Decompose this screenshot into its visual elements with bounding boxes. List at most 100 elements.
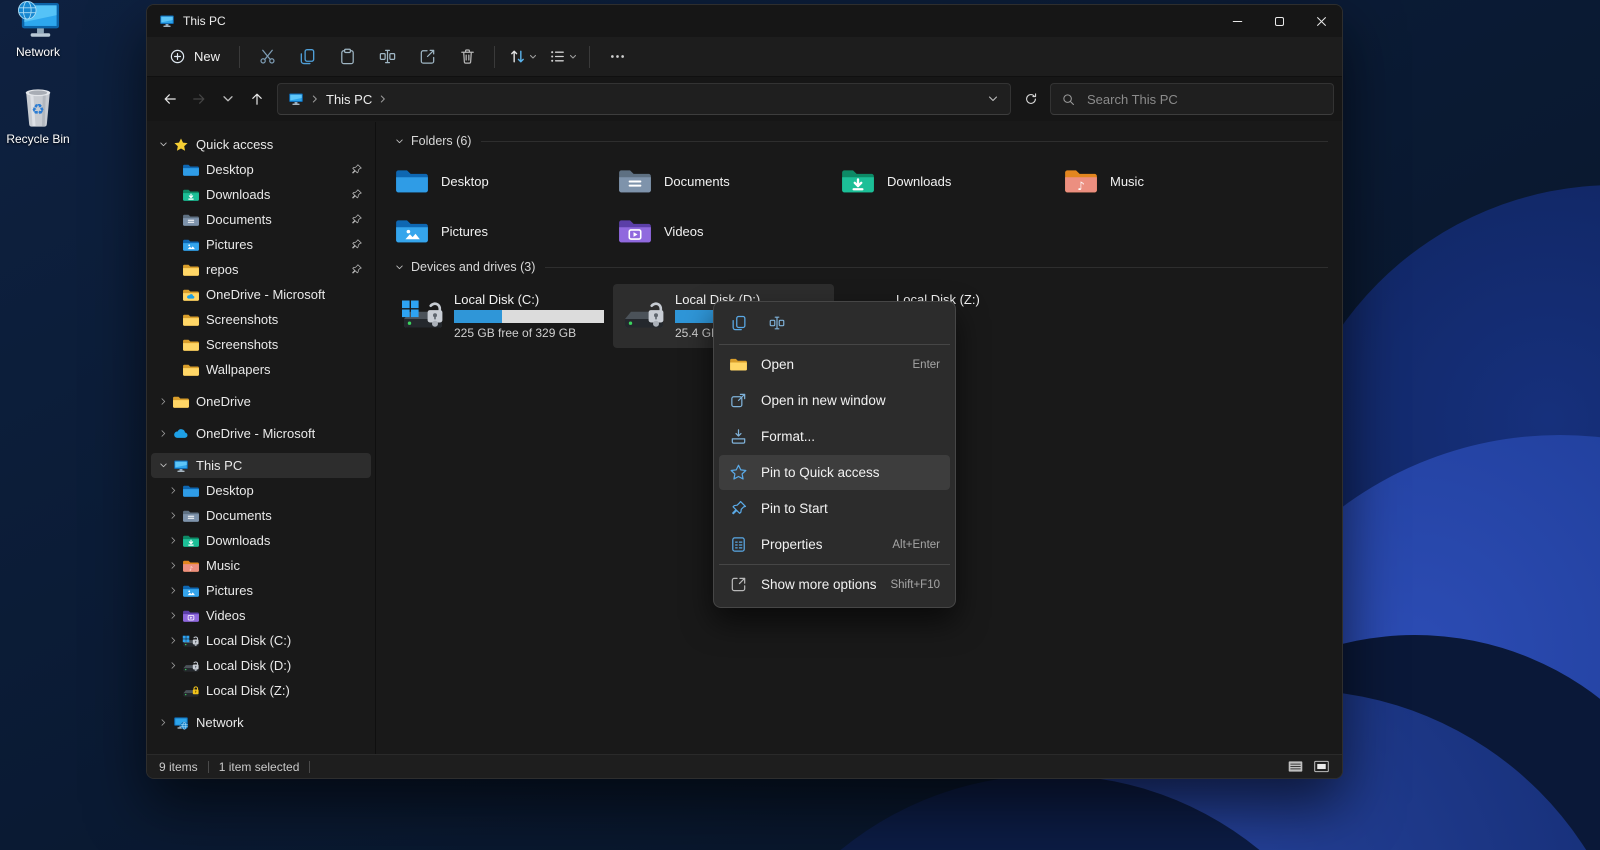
desktop-icon-recycle-bin[interactable]: ♻ Recycle Bin xyxy=(2,84,74,146)
details-view-button[interactable] xyxy=(1287,758,1304,775)
folder-documents-icon xyxy=(182,212,200,228)
collapse-section-icon[interactable] xyxy=(392,134,406,148)
chevron-down-icon[interactable] xyxy=(155,460,171,471)
recent-locations-button[interactable] xyxy=(213,84,242,114)
sidebar-item-music[interactable]: ♪ Music xyxy=(151,553,371,578)
status-bar: 9 items 1 item selected xyxy=(147,754,1342,778)
folder-tile-documents[interactable]: Documents xyxy=(615,156,838,206)
sidebar-item-pictures[interactable]: Pictures xyxy=(151,578,371,603)
drive-icon xyxy=(182,658,200,674)
menu-item-open-in-new-window[interactable]: Open in new window xyxy=(719,383,950,418)
chevron-right-icon[interactable] xyxy=(165,610,181,621)
sidebar-item-screenshots[interactable]: Screenshots xyxy=(151,332,371,357)
sidebar-item-repos[interactable]: repos xyxy=(151,257,371,282)
sidebar-item-onedrive[interactable]: OneDrive xyxy=(151,389,371,414)
folder-desktop-icon xyxy=(182,162,200,178)
chevron-down-icon[interactable] xyxy=(155,139,171,150)
menu-item-shortcut: Shift+F10 xyxy=(890,578,940,591)
monitor-icon xyxy=(172,458,190,474)
paste-button[interactable] xyxy=(327,40,367,74)
desktop-icon-network[interactable]: Network xyxy=(2,0,74,59)
view-button[interactable] xyxy=(542,40,582,74)
chevron-right-icon[interactable] xyxy=(155,717,171,728)
sidebar-item-desktop[interactable]: Desktop xyxy=(151,478,371,503)
chevron-right-icon[interactable] xyxy=(377,93,389,105)
chevron-right-icon[interactable] xyxy=(165,560,181,571)
new-button[interactable]: New xyxy=(157,42,232,71)
chevron-right-icon[interactable] xyxy=(165,635,181,646)
sidebar-item-local-disk-c[interactable]: Local Disk (C:) xyxy=(151,628,371,653)
folder-tile-desktop[interactable]: Desktop xyxy=(392,156,615,206)
sidebar-item-documents[interactable]: Documents xyxy=(151,207,371,232)
folder-tile-music[interactable]: ♪ Music xyxy=(1061,156,1284,206)
drive-locked-icon xyxy=(182,683,200,699)
chevron-right-icon[interactable] xyxy=(165,535,181,546)
sidebar-item-onedrive-microsoft[interactable]: OneDrive - Microsoft xyxy=(151,421,371,446)
sidebar-item-local-disk-z[interactable]: Local Disk (Z:) xyxy=(151,678,371,703)
delete-button[interactable] xyxy=(447,40,487,74)
sidebar-item-label: OneDrive - Microsoft xyxy=(206,287,326,302)
sidebar-item-wallpapers[interactable]: Wallpapers xyxy=(151,357,371,382)
menu-item-properties[interactable]: Properties Alt+Enter xyxy=(719,527,950,562)
sidebar-item-downloads[interactable]: Downloads xyxy=(151,182,371,207)
sort-button[interactable] xyxy=(502,40,542,74)
maximize-button[interactable] xyxy=(1258,5,1300,37)
menu-item-format[interactable]: Format... xyxy=(719,419,950,454)
menu-item-pin-to-start[interactable]: Pin to Start xyxy=(719,491,950,526)
menu-item-open[interactable]: Open Enter xyxy=(719,347,950,382)
cut-button[interactable] xyxy=(247,40,287,74)
sidebar-item-this-pc[interactable]: This PC xyxy=(151,453,371,478)
sidebar-item-desktop[interactable]: Desktop xyxy=(151,157,371,182)
folder-icon xyxy=(182,312,200,328)
address-dropdown-icon[interactable] xyxy=(986,92,1000,106)
breadcrumb-location[interactable]: This PC xyxy=(326,92,372,107)
sidebar-item-documents[interactable]: Documents xyxy=(151,503,371,528)
sidebar-item-network[interactable]: Network xyxy=(151,710,371,735)
forward-button[interactable] xyxy=(184,84,213,114)
svg-text:♻: ♻ xyxy=(31,101,44,119)
share-button[interactable] xyxy=(407,40,447,74)
refresh-button[interactable] xyxy=(1016,84,1045,114)
rename-button[interactable] xyxy=(762,309,792,336)
svg-text:♪: ♪ xyxy=(189,565,193,572)
sidebar-item-pictures[interactable]: Pictures xyxy=(151,232,371,257)
collapse-section-icon[interactable] xyxy=(392,260,406,274)
menu-item-show-more-options[interactable]: Show more options Shift+F10 xyxy=(719,567,950,602)
sidebar-item-quick-access[interactable]: Quick access xyxy=(151,132,371,157)
folder-pictures-icon xyxy=(394,216,430,246)
sidebar-item-screenshots[interactable]: Screenshots xyxy=(151,307,371,332)
menu-item-pin-to-quick-access[interactable]: Pin to Quick access xyxy=(719,455,950,490)
see-more-button[interactable] xyxy=(597,40,637,74)
sidebar-item-videos[interactable]: Videos xyxy=(151,603,371,628)
copy-button[interactable] xyxy=(724,309,754,336)
search-box[interactable] xyxy=(1050,83,1334,115)
sidebar-item-onedrive-microsoft[interactable]: OneDrive - Microsoft xyxy=(151,282,371,307)
sidebar-item-label: repos xyxy=(206,262,239,277)
drive-icon xyxy=(621,297,667,331)
chevron-right-icon[interactable] xyxy=(155,396,171,407)
close-button[interactable] xyxy=(1300,5,1342,37)
pin-icon xyxy=(350,163,363,176)
sidebar-item-label: OneDrive xyxy=(196,394,251,409)
chevron-right-icon[interactable] xyxy=(155,428,171,439)
chevron-right-icon[interactable] xyxy=(165,660,181,671)
folder-tile-videos[interactable]: Videos xyxy=(615,206,838,256)
rename-button[interactable] xyxy=(367,40,407,74)
up-button[interactable] xyxy=(242,84,271,114)
drive-tile-local-disk-c[interactable]: Local Disk (C:) 225 GB free of 329 GB xyxy=(392,284,613,348)
back-button[interactable] xyxy=(155,84,184,114)
copy-button[interactable] xyxy=(287,40,327,74)
properties-icon xyxy=(729,535,748,554)
chevron-right-icon[interactable] xyxy=(165,585,181,596)
folder-tile-downloads[interactable]: Downloads xyxy=(838,156,1061,206)
folder-tile-pictures[interactable]: Pictures xyxy=(392,206,615,256)
minimize-button[interactable] xyxy=(1216,5,1258,37)
large-icons-view-button[interactable] xyxy=(1313,758,1330,775)
chevron-right-icon[interactable] xyxy=(165,510,181,521)
search-input[interactable] xyxy=(1085,90,1323,108)
sidebar-item-downloads[interactable]: Downloads xyxy=(151,528,371,553)
address-breadcrumb[interactable]: This PC xyxy=(277,83,1011,115)
network-desktop-icon xyxy=(15,0,62,43)
chevron-right-icon[interactable] xyxy=(165,485,181,496)
sidebar-item-local-disk-d[interactable]: Local Disk (D:) xyxy=(151,653,371,678)
